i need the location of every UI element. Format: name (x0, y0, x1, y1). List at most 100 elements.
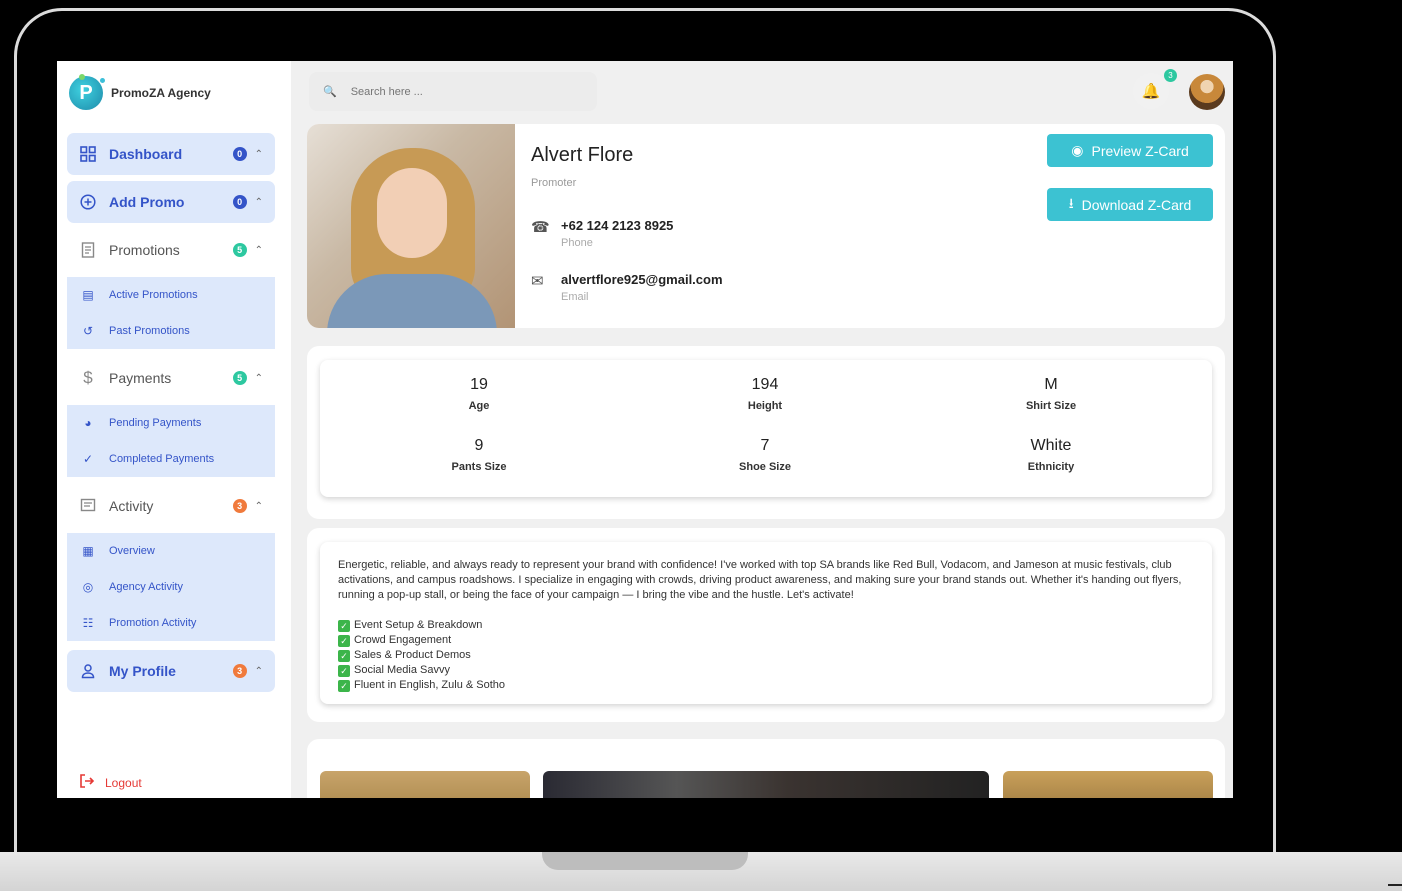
sidebar-item-agency-activity[interactable]: ◎ Agency Activity (67, 569, 275, 605)
profile-role: Promoter (531, 177, 577, 189)
sidebar-item-payments[interactable]: $ Payments 5 ⌃ (67, 357, 275, 399)
chat-icon (79, 497, 97, 515)
sidebar-subitem-label: Past Promotions (109, 325, 190, 337)
sidebar-item-pending-payments[interactable]: ◕ Pending Payments (67, 405, 275, 441)
phone-row: ☎ +62 124 2123 8925 Phone (531, 218, 673, 249)
bio-card: Energetic, reliable, and always ready to… (320, 542, 1212, 704)
stat-shoe-size: 7 Shoe Size (665, 437, 865, 473)
activity-submenu: ▦ Overview ◎ Agency Activity ☷ Promotion… (67, 533, 275, 641)
profile-card: Alvert Flore Promoter ☎ +62 124 2123 892… (307, 124, 1225, 328)
receipt-icon (79, 241, 97, 259)
skill-label: Event Setup & Breakdown (354, 619, 483, 631)
bio-text: Energetic, reliable, and always ready to… (338, 559, 1182, 601)
history-icon: ↺ (82, 324, 94, 338)
search-bar[interactable]: 🔍 (309, 72, 597, 111)
gallery-section (307, 739, 1225, 798)
sidebar-item-label: Add Promo (109, 194, 185, 210)
sidebar-item-activity[interactable]: Activity 3 ⌃ (67, 485, 275, 527)
sidebar-item-label: Activity (109, 498, 154, 514)
sidebar-item-add-promo[interactable]: Add Promo 0 ⌃ (67, 181, 275, 223)
laptop-frame: P PromoZA Agency Dashboard 0 ⌃ Add Promo… (0, 0, 1402, 891)
avatar[interactable] (1189, 74, 1225, 110)
stat-label: Age (468, 400, 490, 412)
count-badge: 5 (232, 371, 247, 385)
stat-label: Shoe Size (739, 461, 791, 473)
sidebar-subitem-label: Overview (109, 545, 155, 557)
sidebar-item-label: Payments (109, 370, 172, 386)
chevron-up-icon[interactable]: ⌃ (255, 245, 263, 256)
chevron-up-icon[interactable]: ⌃ (255, 197, 263, 208)
count-badge: 5 (232, 243, 247, 257)
count-badge: 0 (232, 195, 247, 209)
logout-button[interactable]: Logout (79, 773, 142, 792)
sidebar-item-overview[interactable]: ▦ Overview (67, 533, 275, 569)
gallery-image[interactable] (543, 771, 989, 798)
skill-label: Fluent in English, Zulu & Sotho (354, 679, 506, 691)
phone-label: Phone (561, 237, 593, 249)
count-badge: 0 (232, 147, 247, 161)
promotions-submenu: ▤ Active Promotions ↺ Past Promotions (67, 277, 275, 349)
sidebar-item-label: My Profile (109, 663, 176, 679)
sidebar-item-my-profile[interactable]: My Profile 3 ⌃ (67, 650, 275, 692)
skill-label: Sales & Product Demos (354, 649, 471, 661)
stat-pants-size: 9 Pants Size (379, 437, 579, 473)
checkmark-icon: ✓ (338, 664, 350, 677)
email-value[interactable]: alvertflore925@gmail.com (561, 272, 723, 287)
sidebar-subitem-label: Pending Payments (109, 417, 202, 429)
sidebar-item-dashboard[interactable]: Dashboard 0 ⌃ (67, 133, 275, 175)
notification-badge: 3 (1164, 69, 1177, 82)
stat-ethnicity: White Ethnicity (951, 437, 1151, 473)
user-icon (79, 662, 97, 680)
gallery-image[interactable] (320, 771, 530, 798)
email-row: ✉ alvertflore925@gmail.com Email (531, 272, 723, 303)
stat-label: Shirt Size (1025, 400, 1077, 412)
sidebar-item-label: Dashboard (109, 146, 183, 162)
skill-item: ✓ Social Media Savvy (338, 663, 1194, 678)
stat-value: 7 (760, 437, 770, 454)
phone-icon: ☎ (531, 219, 550, 236)
chevron-up-icon[interactable]: ⌃ (255, 501, 263, 512)
stat-label: Pants Size (451, 461, 507, 473)
network-icon: ☷ (82, 616, 94, 630)
sidebar-subitem-label: Promotion Activity (109, 617, 197, 629)
skill-label: Crowd Engagement (354, 634, 452, 646)
chevron-up-icon[interactable]: ⌃ (255, 149, 263, 160)
sidebar-item-past-promotions[interactable]: ↺ Past Promotions (67, 313, 275, 349)
laptop-notch (542, 852, 748, 870)
sidebar-item-completed-payments[interactable]: ✓ Completed Payments (67, 441, 275, 477)
skill-item: ✓ Fluent in English, Zulu & Sotho (338, 678, 1194, 693)
sidebar-item-active-promotions[interactable]: ▤ Active Promotions (67, 277, 275, 313)
mail-icon: ✉ (531, 273, 544, 290)
skill-label: Social Media Savvy (354, 664, 450, 676)
checkmark-icon: ✓ (338, 619, 350, 632)
sidebar-item-promotion-activity[interactable]: ☷ Promotion Activity (67, 605, 275, 641)
app-screen: P PromoZA Agency Dashboard 0 ⌃ Add Promo… (57, 61, 1233, 798)
sidebar-item-promotions[interactable]: Promotions 5 ⌃ (67, 229, 275, 271)
brand[interactable]: P PromoZA Agency (69, 73, 211, 113)
checkmark-icon: ✓ (338, 649, 350, 662)
download-zcard-button[interactable]: ⭳ Download Z-Card (1047, 188, 1213, 221)
stat-label: Height (747, 400, 783, 412)
laptop-foot (1388, 884, 1402, 886)
bio-section: Energetic, reliable, and always ready to… (307, 528, 1225, 722)
phone-value[interactable]: +62 124 2123 8925 (561, 218, 673, 233)
checkmark-icon: ✓ (338, 679, 350, 692)
chevron-up-icon[interactable]: ⌃ (255, 666, 263, 677)
stats-section: 19 Age 194 Height M Shirt Size 9 Pants S… (307, 346, 1225, 519)
notification-button[interactable]: 🔔 (1133, 73, 1169, 109)
brand-logo: P (69, 74, 105, 110)
stat-height: 194 Height (665, 376, 865, 412)
chevron-up-icon[interactable]: ⌃ (255, 373, 263, 384)
sidebar-subitem-label: Completed Payments (109, 453, 215, 465)
logout-label: Logout (105, 775, 142, 790)
target-icon: ◎ (82, 580, 94, 594)
eye-icon: ◉ (1071, 142, 1084, 158)
preview-zcard-button[interactable]: ◉ Preview Z-Card (1047, 134, 1213, 167)
profile-name: Alvert Flore (531, 144, 634, 166)
search-input[interactable] (350, 85, 571, 98)
stat-value: M (1044, 376, 1058, 393)
sidebar-subitem-label: Active Promotions (109, 289, 198, 301)
payments-submenu: ◕ Pending Payments ✓ Completed Payments (67, 405, 275, 477)
gallery-image[interactable] (1003, 771, 1213, 798)
clock-icon: ◕ (84, 416, 92, 430)
